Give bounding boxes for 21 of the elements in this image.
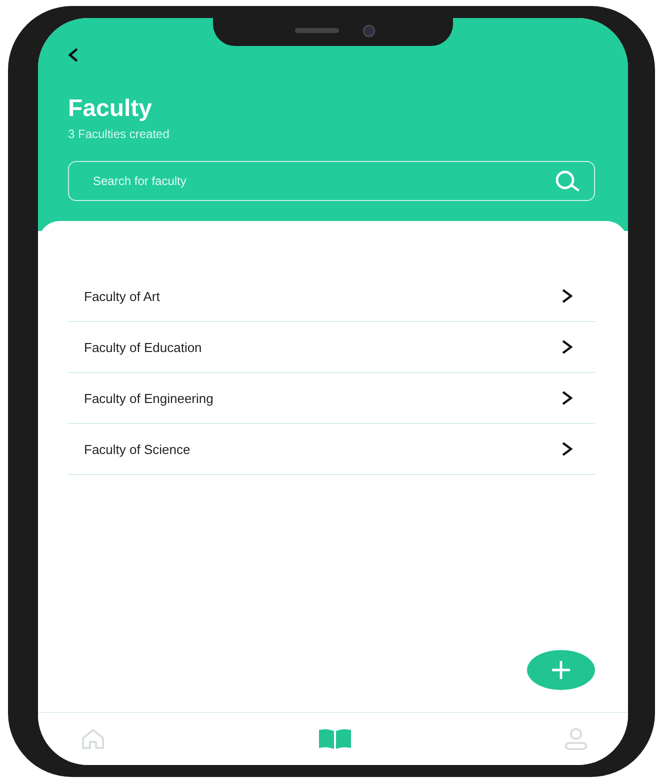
chevron-icon [561, 340, 573, 354]
book-icon [318, 728, 352, 750]
search-icon[interactable] [553, 170, 581, 192]
search-field[interactable]: Search for faculty [68, 161, 595, 201]
back-button[interactable] [68, 48, 80, 65]
faculty-item[interactable]: Faculty of Science [68, 424, 595, 475]
nav-tab[interactable] [318, 728, 352, 750]
chevron-icon [561, 391, 573, 405]
faculty-count: 3 Faculties created [68, 127, 170, 141]
chevron-icon [561, 289, 573, 303]
home-icon [80, 727, 106, 751]
chevron-icon [561, 442, 573, 456]
plus-icon [550, 659, 572, 681]
nav-tab[interactable] [80, 727, 106, 751]
nav-tab[interactable] [564, 727, 588, 751]
page-title: Faculty [68, 95, 152, 123]
faculty-item[interactable]: Faculty of Education [68, 322, 595, 373]
faculty-item[interactable]: Faculty of Engineering [68, 373, 595, 424]
chevron-icon [68, 48, 80, 62]
profile-icon [564, 727, 588, 751]
faculty-item[interactable]: Faculty of Art [68, 271, 595, 322]
